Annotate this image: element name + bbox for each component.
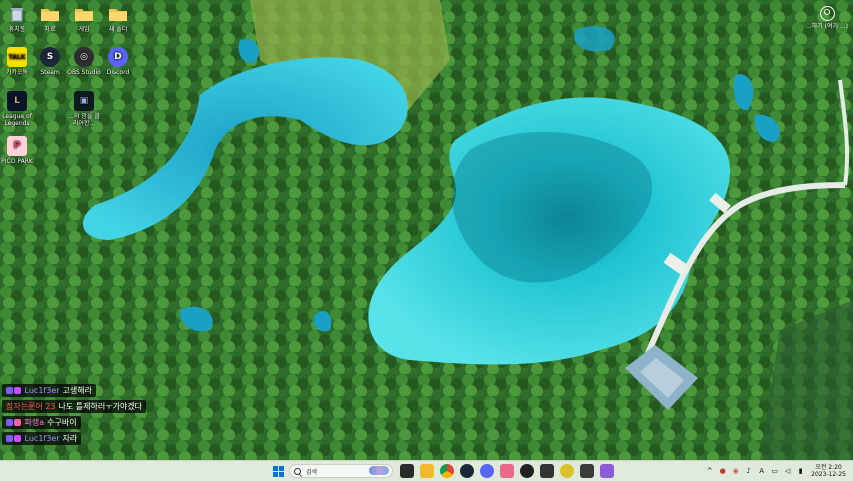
desktop-icon-kakaotalk[interactable]: TALK 카카오톡 <box>0 47 34 76</box>
clock-date: 2023-12-25 <box>811 471 846 478</box>
desktop-icon-label: PICO PARK <box>1 158 33 165</box>
chat-badge-icon <box>14 419 21 426</box>
chat-message: 잠자는룬어 23 나도 틀제하러ㅜ가야겠다 <box>2 400 147 413</box>
user-account-icon <box>819 6 835 21</box>
microphone-icon[interactable]: ♪ <box>744 467 753 476</box>
discord-icon[interactable] <box>480 464 494 478</box>
game-icon[interactable] <box>540 464 554 478</box>
chat-nickname: 잠자는룬어 23 <box>6 402 56 411</box>
chat-text: 자라 <box>62 434 78 443</box>
search-placeholder: 검색 <box>306 468 318 476</box>
chrome-icon[interactable] <box>440 464 454 478</box>
desktop-icon-label: 게임 <box>78 26 90 33</box>
desktop-icon-game-shortcut[interactable]: ▣ ...의 밤을 클리어한... <box>67 91 101 127</box>
taskbar: 검색 ^ ● ◉ ♪ A ▭ ◁ ▮ 오전 2:20 2023-12-25 <box>0 460 853 481</box>
desktop-icon-pico-park[interactable]: P PICO PARK <box>0 136 34 165</box>
terminal-icon[interactable] <box>580 464 594 478</box>
desktop-icon-label: 카카오톡 <box>5 69 29 76</box>
clock-time: 오전 2:20 <box>815 464 842 471</box>
chevron-up-icon[interactable]: ^ <box>705 467 714 476</box>
chat-message: Luc1f3er 자라 <box>2 432 82 445</box>
desktop-icon-discord[interactable]: D Discord <box>101 47 135 76</box>
chat-nickname: Luc1f3er <box>24 434 60 443</box>
battery-icon[interactable]: ▮ <box>796 467 805 476</box>
taskbar-clock[interactable]: 오전 2:20 2023-12-25 <box>811 464 846 478</box>
obs-icon: ◎ <box>74 47 94 67</box>
league-of-legends-icon: L <box>7 91 27 111</box>
start-button[interactable] <box>273 465 284 477</box>
system-tray: ^ ● ◉ ♪ A ▭ ◁ ▮ 오전 2:20 2023-12-25 <box>703 461 849 481</box>
desktop-icon-label: 자료 <box>44 26 56 33</box>
chat-message: Luc1f3er 고생해라 <box>2 384 96 397</box>
taskbar-search[interactable]: 검색 <box>289 464 393 478</box>
chat-text: 나도 틀제하러ㅜ가야겠다 <box>58 402 143 411</box>
chat-badge-icon <box>14 435 21 442</box>
task-view-icon[interactable] <box>400 464 414 478</box>
folder-icon <box>108 4 128 24</box>
kakaotalk-icon: TALK <box>7 47 27 67</box>
record-icon[interactable] <box>560 464 574 478</box>
chat-message: 파랭a 수구바이 <box>2 416 81 429</box>
desktop-icon-label: 휴지통 <box>8 26 26 33</box>
desktop-icon-label: ...의 밤을 클리어한... <box>68 113 100 127</box>
desktop-icon-recycle-bin[interactable]: 휴지통 <box>0 4 34 33</box>
chat-text: 수구바이 <box>47 418 77 427</box>
discord-icon: D <box>108 47 128 67</box>
desktop-icon-steam[interactable]: S Steam <box>33 47 67 76</box>
chat-badge-icon <box>14 387 21 394</box>
desktop-icon-obs[interactable]: ◎ OBS Studio <box>67 47 101 76</box>
desktop-icon-folder-new[interactable]: 새 폴더 <box>101 4 135 33</box>
desktop-icon-label: Discord <box>106 69 130 76</box>
app-icon[interactable] <box>520 464 534 478</box>
windows-logo-icon <box>273 465 278 471</box>
chat-text: 고생해라 <box>62 386 92 395</box>
desktop-icon-label: 새 폴더 <box>108 26 128 33</box>
search-highlight-icon <box>369 466 389 475</box>
ime-indicator[interactable]: A <box>757 467 766 476</box>
desktop-icon-folder-games[interactable]: 게임 <box>67 4 101 33</box>
chat-badge-icon <box>6 435 13 442</box>
desktop-icon-label: OBS Studio <box>67 69 101 76</box>
chat-nickname: 파랭a <box>24 418 45 427</box>
desktop-icon-label: ...하기 (여기 ...) <box>805 23 849 30</box>
steam-icon[interactable] <box>460 464 474 478</box>
game-shortcut-icon: ▣ <box>74 91 94 111</box>
desktop-icon-user-account[interactable]: ...하기 (여기 ...) <box>805 6 849 30</box>
network-icon[interactable]: ▭ <box>770 467 779 476</box>
desktop-icon-league-of-legends[interactable]: L League of Legends <box>0 91 34 127</box>
chat-nickname: Luc1f3er <box>24 386 60 395</box>
folder-icon <box>74 4 94 24</box>
photos-icon[interactable] <box>500 464 514 478</box>
tray-app-icon[interactable]: ● <box>718 467 727 476</box>
chat-badge-icon <box>6 387 13 394</box>
file-explorer-icon[interactable] <box>420 464 434 478</box>
folder-icon <box>40 4 60 24</box>
utility-icon[interactable] <box>600 464 614 478</box>
volume-icon[interactable]: ◁ <box>783 467 792 476</box>
tray-record-icon[interactable]: ◉ <box>731 467 740 476</box>
steam-icon: S <box>40 47 60 67</box>
chat-badge-icon <box>6 419 13 426</box>
stream-chat-overlay: Luc1f3er 고생해라 잠자는룬어 23 나도 틀제하러ㅜ가야겠다 파랭a 수구바… <box>2 384 152 448</box>
recycle-bin-icon <box>7 4 27 24</box>
desktop-icon-label: Steam <box>40 69 60 76</box>
search-icon <box>294 467 301 475</box>
desktop-icon-folder-data[interactable]: 자료 <box>33 4 67 33</box>
pico-park-icon: P <box>7 136 27 156</box>
desktop-icon-label: League of Legends <box>2 113 32 127</box>
taskbar-apps: 검색 <box>270 461 617 481</box>
